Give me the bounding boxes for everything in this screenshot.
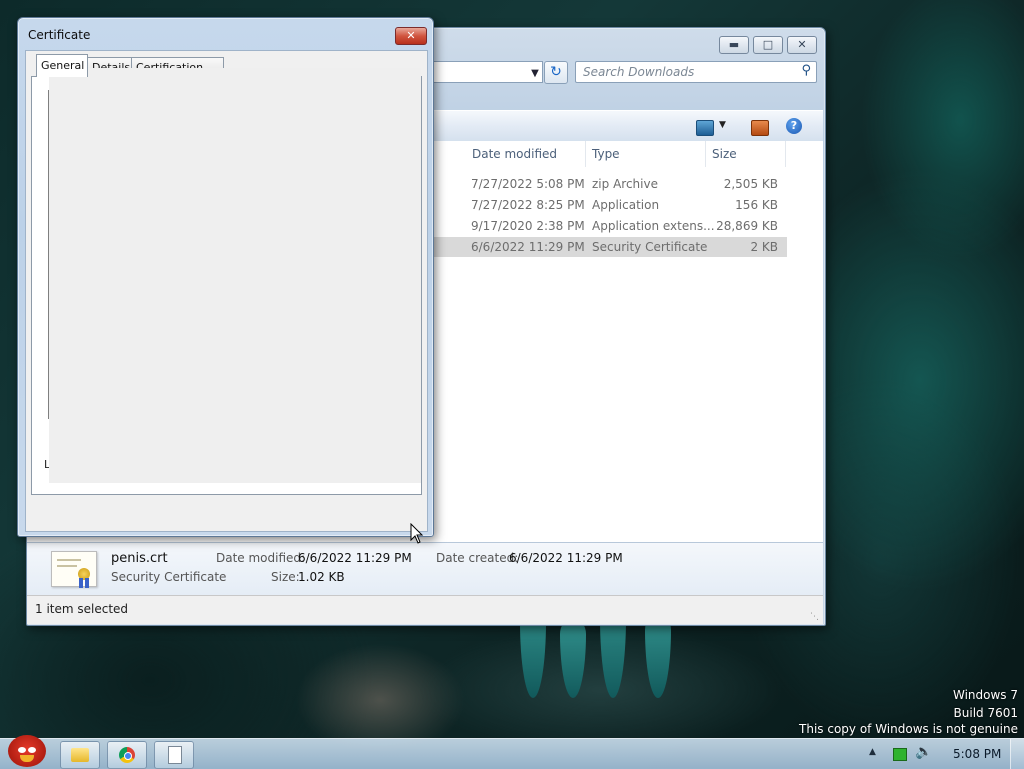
document-icon bbox=[168, 746, 182, 764]
help-icon[interactable]: ? bbox=[786, 118, 802, 134]
row-size: 28,869 KB bbox=[716, 219, 778, 233]
new-folder-icon[interactable] bbox=[751, 120, 769, 136]
angry-bird-icon bbox=[8, 735, 46, 767]
row-date: 6/6/2022 11:29 PM bbox=[471, 240, 585, 254]
views-icon[interactable] bbox=[696, 120, 714, 136]
maximize-button[interactable]: □ bbox=[753, 36, 783, 54]
row-size: 2,505 KB bbox=[723, 177, 778, 191]
dialog-body: General Details Certification Path Le bbox=[25, 50, 428, 532]
row-type: Application extens... bbox=[592, 219, 715, 233]
certificate-dialog: Certificate ✕ General Details Certificat… bbox=[17, 17, 434, 537]
row-type: Application bbox=[592, 198, 660, 212]
unrendered-area bbox=[49, 68, 421, 483]
wallpaper-fang bbox=[560, 618, 586, 698]
watermark-line-3: This copy of Windows is not genuine bbox=[799, 722, 1018, 736]
taskbar-document-button[interactable] bbox=[154, 741, 194, 769]
column-size[interactable]: Size bbox=[706, 141, 786, 167]
status-bar: 1 item selected ⋱ bbox=[27, 595, 823, 624]
size-label: Size: bbox=[271, 570, 300, 584]
search-placeholder: Search Downloads bbox=[583, 65, 695, 79]
taskbar-chrome-button[interactable] bbox=[107, 741, 147, 769]
row-size: 156 KB bbox=[735, 198, 778, 212]
minimize-button[interactable]: ▬ bbox=[719, 36, 749, 54]
start-button[interactable] bbox=[4, 733, 48, 769]
details-filetype: Security Certificate bbox=[111, 570, 227, 584]
watermark-line-1: Windows 7 bbox=[952, 688, 1018, 702]
date-created-label: Date created: bbox=[436, 551, 519, 565]
row-type: Security Certificate bbox=[592, 240, 708, 254]
refresh-icon[interactable]: ↻ bbox=[544, 61, 568, 84]
watermark-line-2: Build 7601 bbox=[953, 706, 1018, 720]
tab-general[interactable]: General bbox=[36, 54, 88, 77]
taskbar: ▲ 🔈 5:08 PM bbox=[0, 735, 1024, 769]
mouse-cursor-icon bbox=[410, 523, 424, 544]
row-date: 9/17/2020 2:38 PM bbox=[471, 219, 585, 233]
dialog-title: Certificate bbox=[28, 28, 91, 42]
network-icon[interactable] bbox=[893, 748, 907, 761]
status-text: 1 item selected bbox=[35, 602, 129, 616]
taskbar-explorer-button[interactable] bbox=[60, 741, 100, 769]
search-input[interactable]: Search Downloads ⚲ bbox=[575, 61, 817, 83]
chevron-down-icon[interactable]: ▼ bbox=[719, 120, 726, 130]
volume-icon[interactable]: 🔈 bbox=[915, 744, 932, 760]
row-size: 2 KB bbox=[750, 240, 778, 254]
close-button[interactable]: ✕ bbox=[787, 36, 817, 54]
folder-icon bbox=[71, 748, 89, 762]
certificate-file-icon bbox=[51, 551, 97, 588]
clock[interactable]: 5:08 PM bbox=[953, 747, 1001, 761]
details-filename: penis.crt bbox=[111, 551, 168, 566]
show-desktop-button[interactable] bbox=[1010, 739, 1024, 769]
show-hidden-icons-icon[interactable]: ▲ bbox=[869, 747, 876, 757]
search-icon[interactable]: ⚲ bbox=[801, 63, 811, 78]
row-type: zip Archive bbox=[592, 177, 658, 191]
row-date: 7/27/2022 8:25 PM bbox=[471, 198, 585, 212]
row-date: 7/27/2022 5:08 PM bbox=[471, 177, 585, 191]
column-type[interactable]: Type bbox=[586, 141, 706, 167]
address-bar[interactable] bbox=[427, 61, 543, 83]
close-button[interactable]: ✕ bbox=[395, 27, 427, 45]
date-created-value: 6/6/2022 11:29 PM bbox=[509, 551, 623, 565]
size-value: 1.02 KB bbox=[298, 570, 345, 584]
resize-grip-icon[interactable]: ⋱ bbox=[810, 612, 819, 622]
details-pane: penis.crt Security Certificate Date modi… bbox=[27, 542, 823, 595]
chevron-down-icon[interactable]: ▼ bbox=[527, 65, 543, 83]
date-modified-label: Date modified: bbox=[216, 551, 306, 565]
date-modified-value: 6/6/2022 11:29 PM bbox=[298, 551, 412, 565]
column-date-modified[interactable]: Date modified bbox=[466, 141, 586, 167]
